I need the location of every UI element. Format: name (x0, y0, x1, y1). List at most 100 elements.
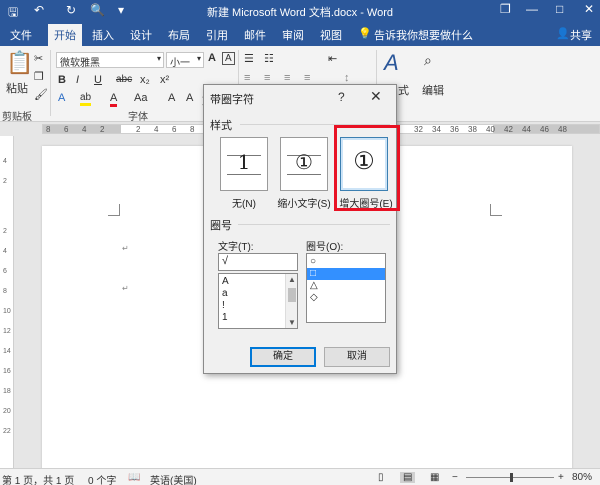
align-left-icon[interactable]: ≡ (244, 72, 250, 84)
grow-font-button[interactable]: A (208, 52, 216, 64)
font-size-value: 小一 (170, 58, 190, 69)
style-option-shrink-text[interactable]: ① (280, 137, 328, 191)
language-indicator[interactable]: 英语(美国) (150, 472, 197, 485)
tab-review[interactable]: 审阅 (282, 27, 304, 43)
strikethrough-button[interactable]: abc (116, 74, 132, 85)
font-size-combo[interactable]: 小一 ▾ (166, 52, 204, 69)
tab-references[interactable]: 引用 (206, 27, 228, 43)
vertical-ruler[interactable]: 4 2 2 4 6 8 10 12 14 16 18 20 22 (0, 136, 14, 468)
zoom-in-button[interactable]: + (558, 472, 564, 483)
zoom-level[interactable]: 80% (572, 472, 592, 483)
text-effects-button[interactable]: A (58, 92, 65, 104)
scroll-thumb[interactable] (288, 288, 296, 302)
italic-button[interactable]: I (76, 74, 79, 86)
font-color-button[interactable]: A (110, 92, 118, 107)
web-layout-icon[interactable]: ▦ (430, 472, 439, 483)
cut-icon[interactable]: ✂ (34, 52, 43, 65)
paste-icon[interactable]: 📋 (6, 50, 33, 76)
ok-button[interactable]: 确定 (250, 347, 316, 367)
list-item[interactable]: △ (307, 280, 385, 292)
find-icon[interactable]: ⌕ (424, 52, 432, 69)
list-item[interactable]: □ (307, 268, 385, 280)
chevron-up-icon[interactable]: ▲ (286, 275, 297, 284)
copy-icon[interactable]: ❐ (34, 70, 44, 83)
page-count[interactable]: 第 1 页，共 1 页 (2, 472, 74, 485)
minimize-button[interactable]: — (526, 2, 538, 16)
paste-button[interactable]: 粘贴 (6, 80, 28, 96)
align-right-icon[interactable]: ≡ (284, 72, 290, 84)
superscript-button[interactable]: x² (160, 74, 169, 86)
margin-corner-mark (108, 204, 120, 216)
styles-button-label[interactable]: 式 (398, 82, 409, 98)
word-count[interactable]: 0 个字 (88, 472, 116, 485)
styles-icon[interactable]: A (384, 50, 399, 76)
ruler-number: 6 (64, 125, 69, 134)
help-button[interactable]: ? (338, 90, 345, 104)
ribbon-display-options-icon[interactable]: ❐ (500, 2, 511, 16)
tab-home[interactable]: 开始 (48, 24, 82, 46)
status-bar: 第 1 页，共 1 页 0 个字 📖 英语(美国) ▯ ▤ ▦ − + 80% (0, 468, 600, 485)
numbering-icon[interactable]: ☷ (264, 52, 274, 65)
read-mode-icon[interactable]: ▯ (378, 472, 384, 483)
ruler-number: 8 (3, 288, 7, 295)
print-layout-icon[interactable]: ▤ (400, 472, 416, 483)
style-option-none[interactable]: 1 (220, 137, 268, 191)
proofing-icon[interactable]: 📖 (128, 472, 140, 483)
highlight-button[interactable]: ab (80, 92, 92, 106)
ruler-number: 8 (46, 125, 51, 134)
change-case-button[interactable]: Aa (134, 92, 147, 104)
editing-button[interactable]: 编辑 (422, 82, 444, 98)
tab-insert[interactable]: 插入 (92, 27, 114, 43)
list-item[interactable]: ◇ (307, 292, 385, 304)
chevron-down-icon[interactable]: ▼ (286, 318, 297, 327)
style-label-shrink-text[interactable]: 缩小文字(S) (272, 195, 336, 210)
enclosure-list[interactable]: ○ □ △ ◇ (306, 253, 386, 323)
ruler-number: 2 (3, 178, 7, 185)
tab-design[interactable]: 设计 (130, 27, 152, 43)
share-button[interactable]: 共享 (570, 27, 592, 43)
bullets-icon[interactable]: ☰ (244, 52, 254, 65)
ruler-number: 46 (540, 125, 549, 134)
clear-format-button[interactable]: A (186, 92, 193, 104)
clipboard-group-label: 剪贴板 (2, 112, 32, 123)
zoom-slider-thumb[interactable] (510, 473, 513, 482)
ruler-number: 44 (522, 125, 531, 134)
enclosure-list-label: 圈号(O): (306, 242, 344, 253)
justify-icon[interactable]: ≡ (304, 72, 310, 84)
decrease-indent-icon[interactable]: ⇤ (328, 52, 337, 65)
text-list[interactable]: A a ! 1 ▲ ▼ (218, 273, 298, 329)
ruler-number: 16 (3, 368, 11, 375)
shrink-font-button[interactable]: A (168, 92, 175, 104)
zoom-out-button[interactable]: − (452, 472, 458, 483)
align-center-icon[interactable]: ≡ (264, 72, 270, 84)
ruler-number: 20 (3, 408, 11, 415)
ruler-number: 40 (486, 125, 495, 134)
char-border-button[interactable]: A (222, 52, 235, 65)
tab-file[interactable]: 文件 (10, 27, 32, 43)
maximize-button[interactable]: □ (556, 2, 563, 16)
tab-view[interactable]: 视图 (320, 27, 342, 43)
style-preview-shrink-text: ① (295, 150, 313, 174)
subscript-button[interactable]: x₂ (140, 74, 150, 86)
guide-line (227, 174, 261, 175)
list-item[interactable]: ○ (307, 256, 385, 268)
tab-layout[interactable]: 布局 (168, 27, 190, 43)
dialog-close-button[interactable]: ✕ (370, 88, 382, 105)
text-input[interactable]: √ (218, 253, 298, 271)
style-label-none[interactable]: 无(N) (220, 195, 268, 210)
chevron-down-icon[interactable]: ▾ (157, 54, 161, 63)
font-name-combo[interactable]: 微软雅黑 ▾ (56, 52, 164, 69)
chevron-down-icon[interactable]: ▾ (197, 54, 201, 63)
tab-mailings[interactable]: 邮件 (244, 27, 266, 43)
tell-me-box[interactable]: 告诉我你想要做什么 (374, 27, 473, 43)
line-spacing-icon[interactable]: ↕ (344, 72, 350, 84)
underline-button[interactable]: U (94, 74, 102, 86)
ruler-number: 6 (3, 268, 7, 275)
cancel-button[interactable]: 取消 (324, 347, 390, 367)
close-button[interactable]: ✕ (584, 2, 594, 16)
text-list-scrollbar[interactable]: ▲ ▼ (285, 274, 297, 328)
format-painter-icon[interactable]: 🖌 (34, 88, 48, 101)
bold-button[interactable]: B (58, 74, 66, 86)
paragraph-mark: ↵ (122, 244, 129, 253)
ruler-number: 2 (100, 125, 105, 134)
